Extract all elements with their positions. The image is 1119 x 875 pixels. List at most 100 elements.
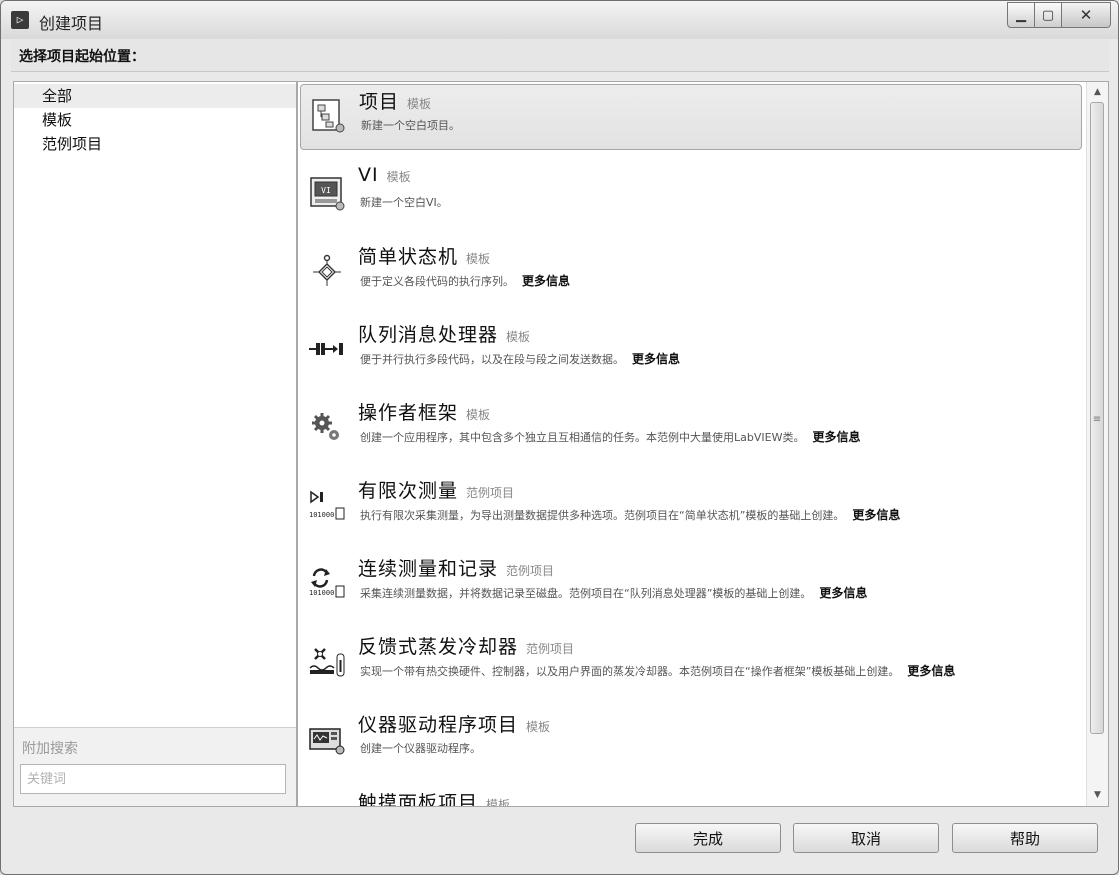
scrollbar-thumb[interactable]: ≡	[1090, 102, 1104, 734]
labview-app-icon: ▷	[11, 11, 29, 29]
list-item-continuous-measurement[interactable]: 101000 连续测量和记录 范例项目 采集连续测量数据，并将数据记录至磁盘。范例…	[300, 552, 1082, 618]
category-item-all[interactable]: 全部	[14, 84, 296, 108]
item-description: 创建一个仪器驱动程序。	[360, 742, 481, 755]
scroll-down-arrow-icon[interactable]: ▼	[1087, 786, 1108, 804]
state-machine-icon	[313, 254, 341, 286]
category-list: 全部 模板 范例项目 附加搜索	[13, 81, 297, 807]
item-title-text: 仪器驱动程序项目	[358, 714, 519, 736]
item-tag: 模板	[386, 170, 411, 184]
scroll-grip-icon: ≡	[1092, 414, 1102, 425]
minimize-button[interactable]: ▁	[1007, 2, 1035, 28]
minimize-icon: ▁	[1016, 7, 1026, 23]
category-item-templates[interactable]: 模板	[14, 108, 296, 132]
maximize-icon: ▢	[1041, 7, 1055, 23]
item-title-text: VI	[358, 164, 379, 186]
item-title-text: 项目	[359, 91, 400, 113]
item-description: 创建一个应用程序，其中包含多个独立且互相通信的任务。本范例中大量使用LabVIE…	[360, 428, 860, 445]
close-icon: ✕	[1079, 6, 1093, 24]
project-icon	[312, 99, 345, 133]
more-info-link[interactable]: 更多信息	[812, 430, 860, 444]
more-info-link[interactable]: 更多信息	[852, 508, 900, 522]
finite-measure-icon: 101000	[309, 490, 345, 520]
svg-text:101000: 101000	[309, 511, 334, 519]
additional-search: 附加搜索	[14, 727, 296, 806]
close-button[interactable]: ✕	[1062, 2, 1111, 28]
item-description: 采集连续测量数据，并将数据记录至磁盘。范例项目在“队列消息处理器”模板的基础上创…	[360, 584, 867, 601]
header-band: 选择项目起始位置：	[11, 39, 1109, 72]
item-desc-text: 便于并行执行多段代码，以及在段与段之间发送数据。	[360, 353, 624, 366]
item-title: 项目 模板	[359, 87, 431, 114]
item-title: 反馈式蒸发冷却器 范例项目	[358, 632, 574, 659]
finish-button[interactable]: 完成	[635, 823, 781, 853]
item-title: 操作者框架 模板	[358, 398, 490, 425]
item-description: 执行有限次采集测量，为导出测量数据提供多种选项。范例项目在“简单状态机”模板的基…	[360, 506, 900, 523]
template-list: 项目 模板 新建一个空白项目。 VI VI 模板 新建一个空白VI。 简单状态机…	[297, 81, 1109, 807]
item-title-text: 简单状态机	[358, 246, 459, 268]
vi-icon: VI	[310, 177, 345, 211]
more-info-link[interactable]: 更多信息	[907, 664, 955, 678]
keyword-search-input[interactable]	[20, 764, 286, 794]
item-tag: 范例项目	[526, 642, 575, 656]
item-title: 有限次测量 范例项目	[358, 476, 514, 503]
item-description: 新建一个空白VI。	[360, 196, 448, 209]
item-tag: 模板	[407, 97, 432, 111]
more-info-link[interactable]: 更多信息	[632, 352, 680, 366]
item-description: 新建一个空白项目。	[361, 119, 460, 132]
item-tag: 模板	[466, 252, 491, 266]
svg-text:101000: 101000	[309, 589, 334, 597]
item-tag: 模板	[506, 330, 531, 344]
item-title: 连续测量和记录 范例项目	[358, 554, 554, 581]
window-controls: ▁ ▢ ✕	[1007, 2, 1111, 28]
item-tag: 模板	[486, 798, 511, 807]
window-title: 创建项目	[39, 14, 104, 33]
item-title: 队列消息处理器 模板	[358, 320, 530, 347]
list-item-project[interactable]: 项目 模板 新建一个空白项目。	[300, 84, 1082, 150]
search-label: 附加搜索	[22, 741, 78, 757]
maximize-button[interactable]: ▢	[1035, 2, 1062, 28]
help-button[interactable]: 帮助	[952, 823, 1098, 853]
list-item-actor-framework[interactable]: 操作者框架 模板 创建一个应用程序，其中包含多个独立且互相通信的任务。本范例中大量…	[300, 396, 1082, 462]
cancel-button[interactable]: 取消	[793, 823, 939, 853]
cooler-icon	[309, 648, 345, 677]
list-item-vi[interactable]: VI VI 模板 新建一个空白VI。	[300, 162, 1082, 228]
item-desc-text: 执行有限次采集测量，为导出测量数据提供多种选项。范例项目在“简单状态机”模板的基…	[360, 509, 845, 522]
item-desc-text: 便于定义各段代码的执行序列。	[360, 275, 514, 288]
more-info-link[interactable]: 更多信息	[819, 586, 867, 600]
item-title: 触摸面板项目 模板	[358, 788, 511, 807]
list-item-simple-state-machine[interactable]: 简单状态机 模板 便于定义各段代码的执行序列。 更多信息	[300, 240, 1082, 306]
item-desc-text: 创建一个应用程序，其中包含多个独立且互相通信的任务。本范例中大量使用LabVIE…	[360, 431, 805, 444]
title-bar: ▷ 创建项目 ▁ ▢ ✕	[1, 1, 1118, 39]
scroll-up-arrow-icon[interactable]: ▲	[1087, 83, 1108, 101]
gears-icon	[312, 413, 339, 440]
list-item-finite-measurement[interactable]: 101000 有限次测量 范例项目 执行有限次采集测量，为导出测量数据提供多种选项…	[300, 474, 1082, 540]
list-item-evaporative-cooler[interactable]: 反馈式蒸发冷却器 范例项目 实现一个带有热交换硬件、控制器，以及用户界面的蒸发冷却…	[300, 630, 1082, 696]
continuous-measure-icon: 101000	[309, 568, 345, 598]
item-description: 便于定义各段代码的执行序列。 更多信息	[360, 272, 570, 289]
item-desc-text: 采集连续测量数据，并将数据记录至磁盘。范例项目在“队列消息处理器”模板的基础上创…	[360, 587, 812, 600]
item-title-text: 操作者框架	[358, 402, 459, 424]
list-item-instrument-driver[interactable]: 仪器驱动程序项目 模板 创建一个仪器驱动程序。	[300, 708, 1082, 774]
instrument-icon	[309, 728, 345, 755]
item-title: 仪器驱动程序项目 模板	[358, 710, 550, 737]
item-description: 便于并行执行多段代码，以及在段与段之间发送数据。 更多信息	[360, 350, 680, 367]
vertical-scrollbar[interactable]: ▲ ≡ ▼	[1086, 82, 1108, 806]
category-item-sample-projects[interactable]: 范例项目	[14, 132, 296, 156]
item-tag: 范例项目	[466, 486, 515, 500]
more-info-link[interactable]: 更多信息	[522, 274, 570, 288]
item-title-text: 队列消息处理器	[358, 324, 499, 346]
item-description: 实现一个带有热交换硬件、控制器，以及用户界面的蒸发冷却器。本范例项目在“操作者框…	[360, 662, 955, 679]
item-title-text: 连续测量和记录	[358, 558, 499, 580]
svg-text:VI: VI	[321, 186, 331, 195]
item-title-text: 有限次测量	[358, 480, 459, 502]
dialog-footer: 完成 取消 帮助	[1, 807, 1118, 873]
item-title: 简单状态机 模板	[358, 242, 490, 269]
list-item-touch-panel[interactable]: 触摸面板项目 模板	[300, 786, 1082, 807]
item-desc-text: 实现一个带有热交换硬件、控制器，以及用户界面的蒸发冷却器。本范例项目在“操作者框…	[360, 665, 900, 678]
item-tag: 模板	[466, 408, 491, 422]
item-title-text: 反馈式蒸发冷却器	[358, 636, 519, 658]
queue-icon	[309, 343, 343, 355]
item-title: VI 模板	[358, 164, 411, 186]
list-item-queued-message-handler[interactable]: 队列消息处理器 模板 便于并行执行多段代码，以及在段与段之间发送数据。 更多信息	[300, 318, 1082, 384]
item-tag: 范例项目	[506, 564, 555, 578]
header-label: 选择项目起始位置：	[19, 49, 145, 65]
